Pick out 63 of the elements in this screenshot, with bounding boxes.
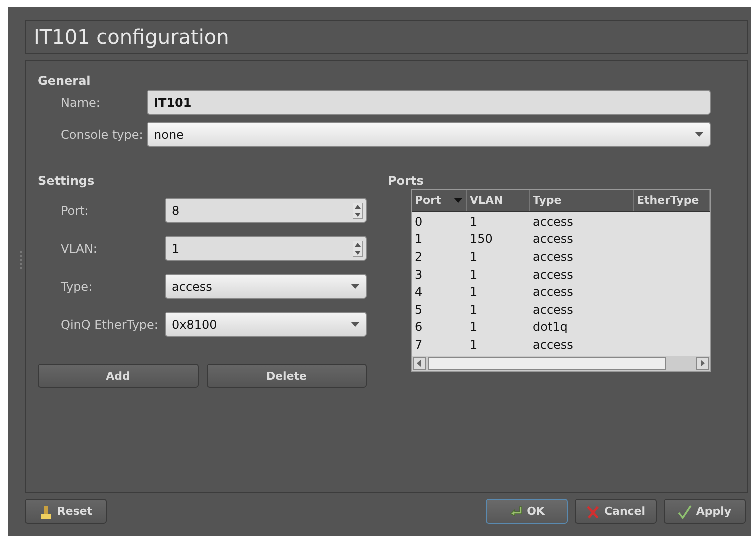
window-title: IT101 configuration	[34, 25, 230, 49]
checkmark-icon	[678, 504, 692, 518]
caret-icon	[695, 132, 704, 137]
table-cell-text: 1	[414, 232, 424, 246]
button[interactable]: Apply	[664, 499, 746, 524]
stepper-icon	[353, 240, 363, 256]
table-cell-text: 5	[414, 302, 424, 317]
section-heading: Settings	[38, 174, 96, 190]
column-header[interactable]: Type	[530, 190, 634, 211]
column-header[interactable]: VLAN	[467, 190, 530, 211]
table-cell-text: 1	[469, 250, 479, 264]
table-cell-text: 1	[469, 320, 479, 334]
table-cell-text: 1	[469, 338, 479, 352]
brush-icon	[39, 504, 54, 518]
table-cell-text: access	[532, 338, 574, 352]
table-cell-text: 3	[414, 268, 424, 282]
table-cell-text: access	[532, 250, 574, 264]
table-cell-text: 0	[414, 214, 424, 229]
button[interactable]: OK	[486, 499, 568, 524]
sort-icon	[454, 198, 463, 203]
table-cell-text: access	[532, 214, 574, 229]
table-cell-text: 1	[469, 285, 479, 300]
field-label: Port:	[61, 204, 90, 218]
section-heading: General	[38, 74, 92, 90]
table-cell-text: 150	[469, 232, 494, 246]
field-label: VLAN:	[61, 242, 98, 256]
caret-icon	[351, 322, 360, 327]
spin-box[interactable]: 1	[165, 236, 367, 261]
table-cell-text: dot1q	[532, 320, 569, 334]
cross-icon	[586, 504, 600, 518]
column-header[interactable]: Port	[412, 190, 467, 211]
table-cell-text: 2	[414, 250, 424, 264]
input-field[interactable]: IT101	[147, 90, 711, 115]
table-cell-text: 1	[469, 302, 479, 317]
field-label: Type:	[61, 280, 94, 294]
section-heading: Ports	[388, 174, 425, 190]
button[interactable]: Reset	[25, 499, 107, 524]
field-label: Console type:	[61, 128, 144, 142]
dropdown[interactable]: access	[165, 274, 367, 299]
spin-box[interactable]: 8	[165, 198, 367, 223]
table-cell-text: 7	[414, 338, 424, 352]
dropdown[interactable]: none	[147, 122, 711, 147]
button[interactable]: Delete	[206, 364, 367, 388]
arrow-icon	[509, 504, 524, 518]
table-cell-text: access	[532, 232, 574, 246]
field-label: QinQ EtherType:	[61, 318, 160, 332]
table-cell-text: access	[532, 302, 574, 317]
scroll-thumb[interactable]	[428, 356, 666, 370]
table-cell-text: access	[532, 268, 574, 282]
field-label: Name:	[61, 96, 102, 110]
table-cell-text: 4	[414, 285, 424, 300]
stepper-icon	[353, 202, 363, 218]
horizontal-scrollbar[interactable]	[412, 356, 710, 371]
dropdown[interactable]: 0x8100	[165, 312, 367, 337]
column-header[interactable]: EtherType	[634, 190, 710, 211]
splitter-handle[interactable]	[20, 251, 24, 269]
table-cell-text: 6	[414, 320, 424, 334]
table-cell-text: 1	[469, 268, 479, 282]
table-cell-text: 1	[469, 214, 479, 229]
table-cell-text: access	[532, 285, 574, 300]
caret-icon	[351, 284, 360, 289]
button[interactable]: Cancel	[575, 499, 657, 524]
button[interactable]: Add	[38, 364, 198, 388]
